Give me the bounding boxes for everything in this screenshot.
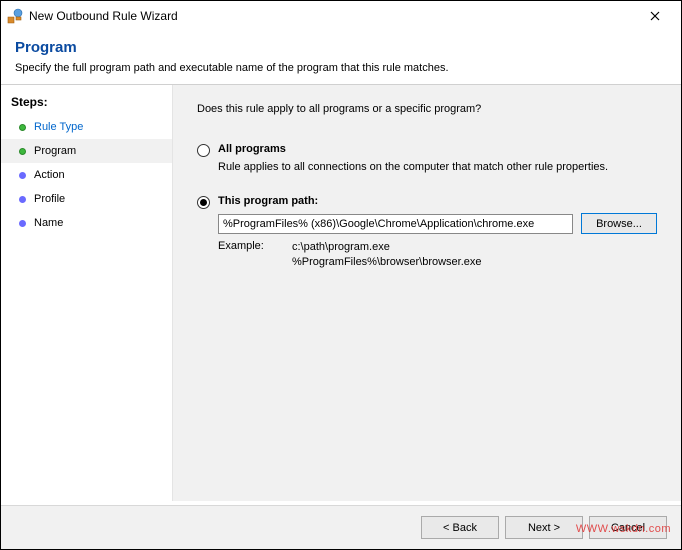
next-button[interactable]: Next > bbox=[505, 516, 583, 539]
step-profile[interactable]: Profile bbox=[1, 187, 172, 211]
title-bar: New Outbound Rule Wizard bbox=[1, 1, 681, 31]
step-bullet-icon bbox=[19, 220, 26, 227]
program-path-input[interactable] bbox=[218, 214, 573, 234]
steps-title: Steps: bbox=[1, 91, 172, 115]
radio-label: All programs bbox=[218, 143, 286, 155]
page-subtitle: Specify the full program path and execut… bbox=[15, 62, 667, 74]
radio-icon bbox=[197, 196, 210, 209]
page-heading: Program bbox=[15, 39, 667, 56]
radio-label: This program path: bbox=[218, 195, 318, 207]
step-bullet-icon bbox=[19, 172, 26, 179]
radio-icon bbox=[197, 144, 210, 157]
back-button[interactable]: < Back bbox=[421, 516, 499, 539]
example-line: %ProgramFiles%\browser\browser.exe bbox=[292, 255, 482, 270]
step-bullet-icon bbox=[19, 196, 26, 203]
step-label: Rule Type bbox=[34, 121, 83, 133]
wizard-header: Program Specify the full program path an… bbox=[1, 31, 681, 84]
step-action[interactable]: Action bbox=[1, 163, 172, 187]
wizard-content: Does this rule apply to all programs or … bbox=[173, 85, 681, 501]
step-label: Profile bbox=[34, 193, 65, 205]
steps-sidebar: Steps: Rule Type Program Action Profile … bbox=[1, 85, 173, 501]
app-icon bbox=[7, 8, 23, 24]
close-button[interactable] bbox=[635, 4, 675, 28]
example-block: Example: c:\path\program.exe %ProgramFil… bbox=[218, 240, 657, 271]
radio-all-programs[interactable]: All programs bbox=[197, 143, 657, 157]
cancel-button[interactable]: Cancel bbox=[589, 516, 667, 539]
step-label: Action bbox=[34, 169, 65, 181]
step-rule-type[interactable]: Rule Type bbox=[1, 115, 172, 139]
step-program[interactable]: Program bbox=[1, 139, 172, 163]
step-bullet-icon bbox=[19, 124, 26, 131]
question-text: Does this rule apply to all programs or … bbox=[197, 103, 657, 115]
example-label: Example: bbox=[218, 240, 268, 271]
browse-button[interactable]: Browse... bbox=[581, 213, 657, 234]
window-title: New Outbound Rule Wizard bbox=[29, 9, 635, 23]
wizard-footer: < Back Next > Cancel bbox=[1, 505, 681, 549]
radio-this-program-path[interactable]: This program path: bbox=[197, 195, 657, 209]
step-name[interactable]: Name bbox=[1, 211, 172, 235]
step-label: Name bbox=[34, 217, 63, 229]
step-label: Program bbox=[34, 145, 76, 157]
example-line: c:\path\program.exe bbox=[292, 240, 482, 255]
step-bullet-icon bbox=[19, 148, 26, 155]
radio-all-desc: Rule applies to all connections on the c… bbox=[218, 161, 657, 173]
